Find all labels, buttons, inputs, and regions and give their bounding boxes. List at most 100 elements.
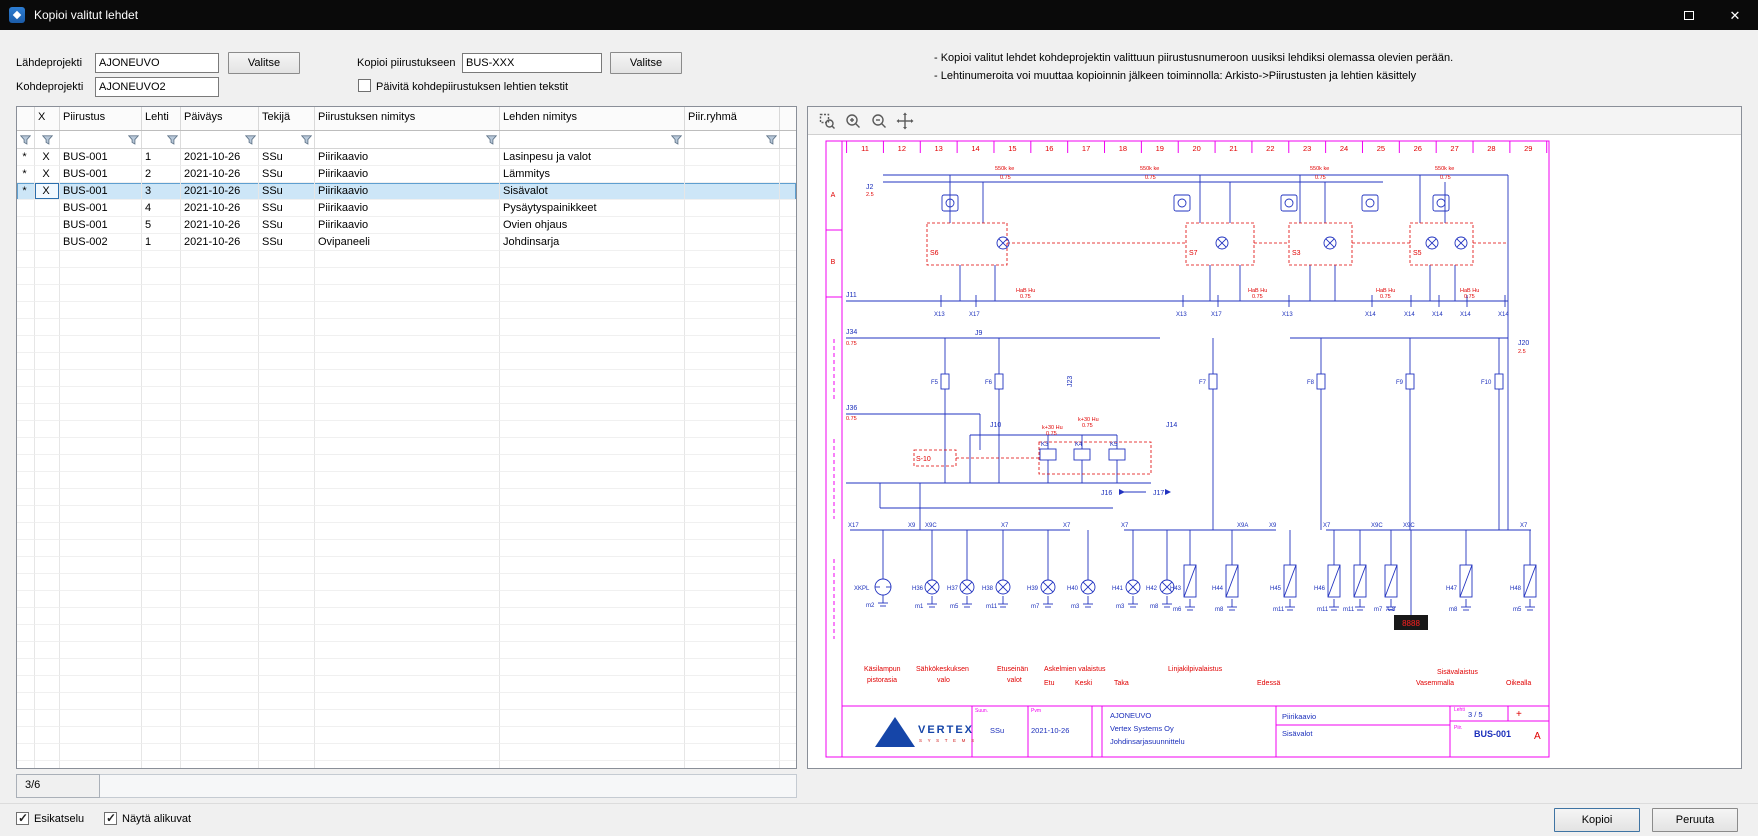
column-header[interactable]: Päiväys	[181, 107, 259, 130]
svg-text:m5: m5	[1513, 607, 1522, 613]
table-cell	[142, 710, 181, 727]
table-row[interactable]	[17, 421, 796, 438]
column-filter[interactable]	[315, 131, 500, 148]
table-row[interactable]	[17, 302, 796, 319]
svg-text:0.75: 0.75	[1020, 294, 1031, 300]
table-cell	[259, 387, 315, 404]
column-filter[interactable]	[181, 131, 259, 148]
column-header[interactable]	[17, 107, 35, 130]
table-cell	[500, 727, 685, 744]
svg-text:550k ke: 550k ke	[1435, 166, 1454, 172]
close-button[interactable]: ✕	[1712, 0, 1758, 30]
copy-button[interactable]: Kopioi	[1554, 808, 1640, 832]
table-row[interactable]	[17, 710, 796, 727]
column-filter[interactable]	[17, 131, 35, 148]
column-header[interactable]: Piirustus	[60, 107, 142, 130]
table-row[interactable]	[17, 285, 796, 302]
table-row[interactable]	[17, 540, 796, 557]
preview-checkbox[interactable]	[16, 812, 29, 825]
pan-icon[interactable]	[894, 110, 916, 132]
table-row[interactable]: *XBUS-00112021-10-26SSuPiirikaavioLasinp…	[17, 149, 796, 166]
column-filter[interactable]	[259, 131, 315, 148]
table-row[interactable]	[17, 591, 796, 608]
target-project-input[interactable]	[95, 77, 219, 97]
table-cell	[35, 251, 60, 268]
svg-text:18: 18	[1119, 144, 1127, 153]
column-filter[interactable]	[500, 131, 685, 148]
table-cell	[181, 455, 259, 472]
table-cell	[142, 319, 181, 336]
table-row[interactable]	[17, 761, 796, 769]
column-header[interactable]: Lehti	[142, 107, 181, 130]
table-cell	[259, 251, 315, 268]
table-row[interactable]	[17, 472, 796, 489]
column-filter[interactable]	[60, 131, 142, 148]
table-row[interactable]	[17, 404, 796, 421]
table-cell	[142, 336, 181, 353]
table-cell	[500, 693, 685, 710]
table-row[interactable]: BUS-00212021-10-26SSuOvipaneeliJohdinsar…	[17, 234, 796, 251]
select-drawing-button[interactable]: Valitse	[610, 52, 682, 74]
table-cell	[259, 710, 315, 727]
maximize-button[interactable]	[1666, 0, 1712, 30]
show-subpictures-checkbox[interactable]	[104, 812, 117, 825]
table-cell	[142, 642, 181, 659]
zoom-out-icon[interactable]	[868, 110, 890, 132]
table-cell: 2021-10-26	[181, 166, 259, 183]
table-row[interactable]	[17, 693, 796, 710]
table-row[interactable]	[17, 268, 796, 285]
funnel-icon	[167, 135, 178, 145]
table-row[interactable]	[17, 744, 796, 761]
table-row[interactable]	[17, 251, 796, 268]
table-row[interactable]	[17, 625, 796, 642]
column-filter[interactable]	[142, 131, 181, 148]
table-cell	[142, 659, 181, 676]
table-cell	[181, 302, 259, 319]
source-project-input[interactable]	[95, 53, 219, 73]
table-row[interactable]	[17, 438, 796, 455]
table-row[interactable]: BUS-00152021-10-26SSuPiirikaavioOvien oh…	[17, 217, 796, 234]
table-row[interactable]	[17, 523, 796, 540]
svg-text:K5: K5	[1110, 442, 1118, 448]
table-cell: SSu	[259, 183, 315, 200]
table-cell	[60, 540, 142, 557]
column-header[interactable]: Piirustuksen nimitys	[315, 107, 500, 130]
table-row[interactable]	[17, 370, 796, 387]
table-row[interactable]	[17, 574, 796, 591]
column-filter[interactable]	[35, 131, 60, 148]
table-row[interactable]	[17, 387, 796, 404]
column-header[interactable]: Piir.ryhmä	[685, 107, 780, 130]
column-filter[interactable]	[685, 131, 780, 148]
svg-text:X9: X9	[908, 523, 916, 529]
select-source-button[interactable]: Valitse	[228, 52, 300, 74]
table-row[interactable]	[17, 506, 796, 523]
table-cell	[685, 608, 780, 625]
table-cell	[60, 489, 142, 506]
table-row[interactable]: *XBUS-00122021-10-26SSuPiirikaavioLämmit…	[17, 166, 796, 183]
copy-to-drawing-input[interactable]	[462, 53, 602, 73]
horizontal-scrollbar[interactable]	[100, 774, 797, 798]
table-row[interactable]	[17, 319, 796, 336]
table-row[interactable]: BUS-00142021-10-26SSuPiirikaavioPysäytys…	[17, 200, 796, 217]
table-row[interactable]	[17, 455, 796, 472]
table-cell	[315, 557, 500, 574]
column-header[interactable]: Tekijä	[259, 107, 315, 130]
table-row[interactable]	[17, 336, 796, 353]
table-row[interactable]	[17, 608, 796, 625]
table-row[interactable]	[17, 557, 796, 574]
table-row[interactable]	[17, 353, 796, 370]
table-row[interactable]	[17, 659, 796, 676]
cancel-button[interactable]: Peruuta	[1652, 808, 1738, 832]
zoom-in-icon[interactable]	[842, 110, 864, 132]
svg-text:A-8: A-8	[1386, 607, 1396, 613]
table-cell	[181, 387, 259, 404]
update-texts-checkbox[interactable]	[358, 79, 371, 92]
table-row[interactable]: *XBUS-00132021-10-26SSuPiirikaavioSisäva…	[17, 183, 796, 200]
table-row[interactable]	[17, 489, 796, 506]
column-header[interactable]: Lehden nimitys	[500, 107, 685, 130]
column-header[interactable]: X	[35, 107, 60, 130]
zoom-window-icon[interactable]	[816, 110, 838, 132]
table-row[interactable]	[17, 676, 796, 693]
table-row[interactable]	[17, 727, 796, 744]
table-row[interactable]	[17, 642, 796, 659]
